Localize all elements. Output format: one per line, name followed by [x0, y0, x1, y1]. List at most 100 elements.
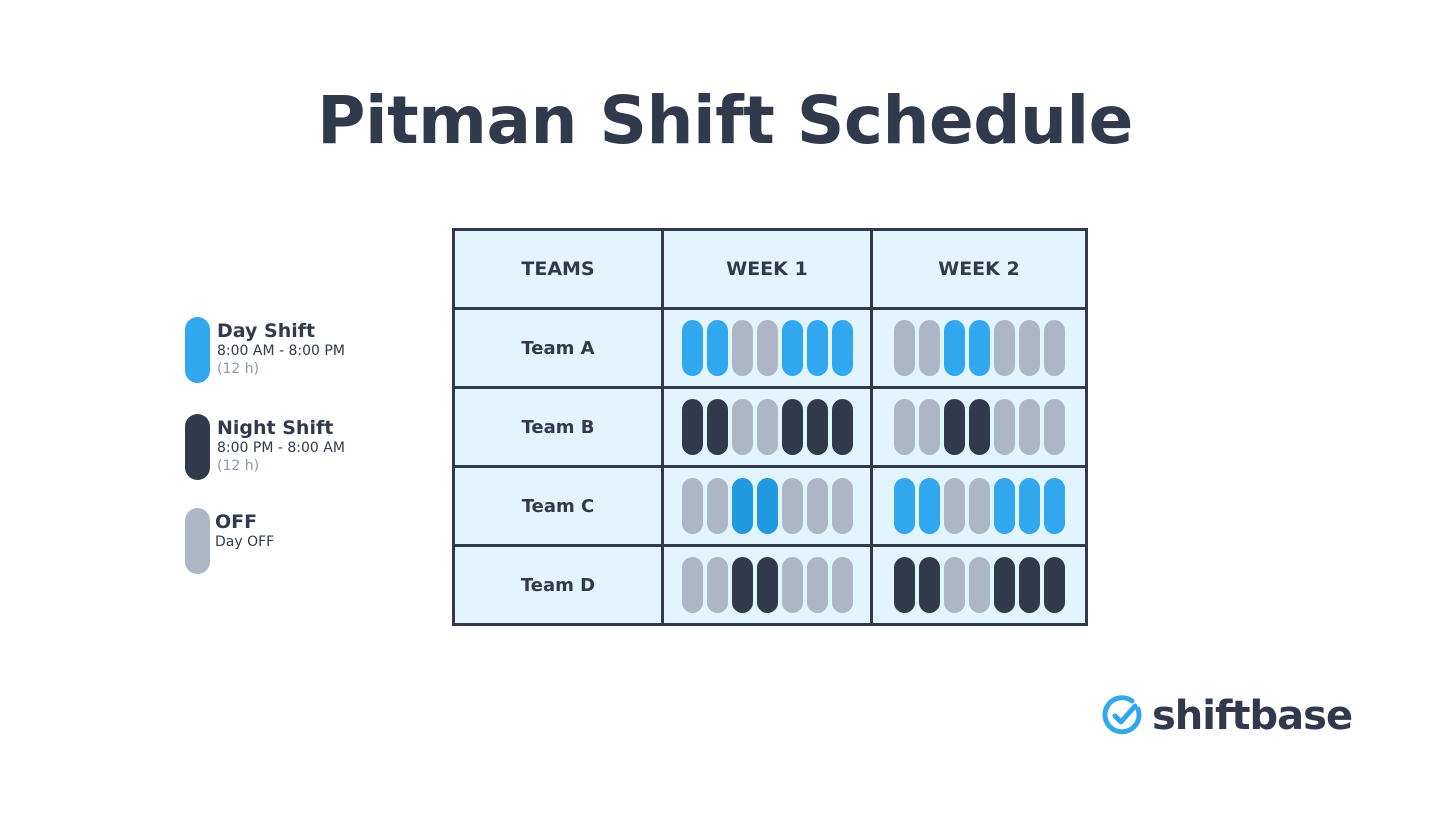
shift-pill-off — [943, 557, 965, 613]
shift-pill-day — [706, 320, 728, 376]
shift-pill-day — [943, 320, 965, 376]
shift-days — [873, 320, 1085, 376]
shift-pill-night — [681, 399, 703, 455]
legend-text: OFF Day OFF — [215, 510, 274, 551]
header-week-1: WEEK 1 — [661, 228, 873, 310]
header-week-2: WEEK 2 — [870, 228, 1088, 310]
shift-pill-off — [756, 399, 778, 455]
legend-time: Day OFF — [215, 534, 275, 550]
shiftbase-logo: shiftbase — [1102, 693, 1353, 739]
table-row: Team D — [452, 544, 1088, 626]
legend-name: Day Shift — [217, 320, 316, 342]
table-row: Team A — [452, 307, 1088, 389]
shift-days — [664, 478, 870, 534]
team-label: Team D — [452, 544, 664, 626]
shift-pill-night — [731, 557, 753, 613]
legend-swatch-day — [185, 317, 210, 383]
team-label: Team C — [452, 465, 664, 547]
shift-days — [664, 557, 870, 613]
shift-days — [873, 478, 1085, 534]
shift-pill-day — [918, 478, 940, 534]
cell-week1 — [661, 544, 873, 626]
team-label: Team A — [452, 307, 664, 389]
shift-pill-off — [831, 557, 853, 613]
cell-week2 — [870, 465, 1088, 547]
legend-dur: (12 h) — [217, 361, 260, 377]
shift-pill-night — [893, 557, 915, 613]
shift-pill-day — [731, 478, 753, 534]
legend-name: Night Shift — [217, 417, 334, 439]
shift-pill-night — [781, 399, 803, 455]
shift-days — [664, 399, 870, 455]
shift-pill-day — [806, 320, 828, 376]
cell-week1 — [661, 465, 873, 547]
shift-pill-day — [1018, 478, 1040, 534]
shift-pill-off — [806, 478, 828, 534]
shift-pill-off — [918, 320, 940, 376]
cell-week1 — [661, 386, 873, 468]
shift-pill-day — [993, 478, 1015, 534]
shift-pill-day — [968, 320, 990, 376]
shift-days — [873, 399, 1085, 455]
table-row: Team B — [452, 386, 1088, 468]
shift-pill-night — [1018, 557, 1040, 613]
shift-pill-off — [731, 399, 753, 455]
legend-swatch-night — [185, 414, 210, 480]
shift-pill-night — [806, 399, 828, 455]
shift-pill-off — [1018, 320, 1040, 376]
check-circle-icon — [1102, 695, 1142, 735]
legend-text: Day Shift 8:00 AM - 8:00 PM (12 h) — [217, 319, 345, 378]
shift-pill-day — [893, 478, 915, 534]
shift-pill-night — [831, 399, 853, 455]
shift-pill-off — [943, 478, 965, 534]
cell-week2 — [870, 386, 1088, 468]
shift-pill-off — [831, 478, 853, 534]
shift-pill-off — [993, 399, 1015, 455]
shift-pill-off — [968, 478, 990, 534]
legend-text: Night Shift 8:00 PM - 8:00 AM (12 h) — [217, 416, 345, 475]
team-label: Team B — [452, 386, 664, 468]
legend-time: 8:00 PM - 8:00 AM — [217, 440, 345, 456]
shift-pill-night — [918, 557, 940, 613]
shift-pill-off — [781, 557, 803, 613]
legend-name: OFF — [215, 511, 258, 533]
shift-pill-off — [1043, 399, 1065, 455]
shift-pill-night — [968, 399, 990, 455]
page-title: Pitman Shift Schedule — [317, 82, 1133, 159]
cell-week2 — [870, 544, 1088, 626]
logo-text: shiftbase — [1152, 693, 1353, 739]
cell-week2 — [870, 307, 1088, 389]
shift-pill-off — [681, 478, 703, 534]
shift-days — [664, 320, 870, 376]
table-header-row: TEAMS WEEK 1 WEEK 2 — [452, 228, 1088, 310]
shift-pill-off — [968, 557, 990, 613]
shift-pill-off — [1018, 399, 1040, 455]
shift-pill-off — [893, 399, 915, 455]
shift-pill-off — [893, 320, 915, 376]
header-teams: TEAMS — [452, 228, 664, 310]
shift-pill-off — [993, 320, 1015, 376]
shift-pill-off — [706, 478, 728, 534]
legend-time: 8:00 AM - 8:00 PM — [217, 343, 345, 359]
shift-pill-day — [756, 478, 778, 534]
shift-pill-night — [993, 557, 1015, 613]
shift-pill-off — [681, 557, 703, 613]
shift-pill-off — [706, 557, 728, 613]
shift-pill-off — [806, 557, 828, 613]
schedule-table: TEAMS WEEK 1 WEEK 2 Team A Team B Team C Te… — [452, 228, 1088, 626]
shift-pill-night — [706, 399, 728, 455]
shift-pill-day — [1043, 478, 1065, 534]
shift-pill-day — [781, 320, 803, 376]
shift-pill-day — [831, 320, 853, 376]
shift-pill-off — [731, 320, 753, 376]
cell-week1 — [661, 307, 873, 389]
shift-pill-night — [943, 399, 965, 455]
shift-pill-off — [1043, 320, 1065, 376]
table-row: Team C — [452, 465, 1088, 547]
legend-swatch-off — [185, 508, 210, 574]
shift-pill-off — [756, 320, 778, 376]
shift-days — [873, 557, 1085, 613]
shift-pill-off — [918, 399, 940, 455]
legend-dur: (12 h) — [217, 458, 260, 474]
shift-pill-off — [781, 478, 803, 534]
